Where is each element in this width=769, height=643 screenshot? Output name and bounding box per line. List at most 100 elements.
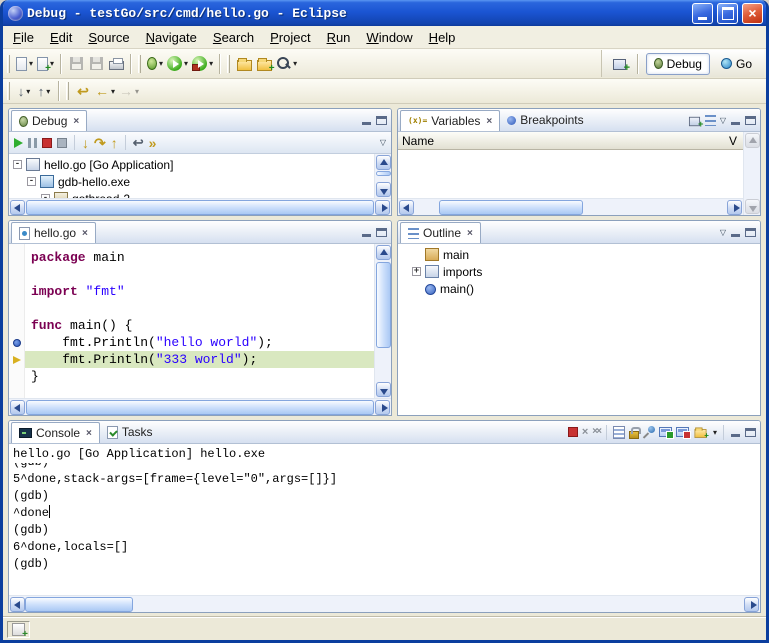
menu-item-source[interactable]: Source [80,27,137,48]
open-type-button[interactable] [254,52,274,76]
remove-all-terminated-button[interactable]: ×× [592,427,600,437]
view-menu-icon[interactable]: ▽ [380,138,386,147]
dropdown-icon[interactable]: ▾ [713,428,717,437]
dropdown-icon[interactable]: ▾ [29,59,33,68]
dropdown-icon[interactable]: ▾ [209,59,213,68]
minimize-view-button[interactable] [730,228,741,237]
variables-horizontal-scrollbar[interactable] [398,198,743,215]
terminate-process-button[interactable] [568,427,578,437]
maximize-window-button[interactable] [717,3,738,24]
menu-item-run[interactable]: Run [319,27,359,48]
breakpoint-icon[interactable] [13,339,21,347]
show-logical-structure-button[interactable] [689,116,700,125]
minimize-view-button[interactable] [361,116,372,125]
tree-expand-icon[interactable]: - [13,160,22,169]
layout-button[interactable] [705,115,716,126]
menu-item-window[interactable]: Window [358,27,420,48]
title-bar[interactable]: Debug - testGo/src/cmd/hello.go - Eclips… [3,0,766,26]
pin-console-button[interactable] [643,426,655,439]
tree-expand-icon[interactable]: - [41,194,50,198]
scroll-left-button[interactable] [10,200,25,215]
scroll-left-button[interactable] [399,200,414,215]
new-wizard-button[interactable]: ▾ [14,52,35,76]
tab-breakpoints[interactable]: Breakpoints [500,109,590,131]
code-line[interactable]: package main [31,249,374,266]
tab-outline[interactable]: Outline× [400,222,481,243]
close-tab-icon[interactable]: × [86,428,92,439]
scroll-right-button[interactable] [744,597,759,612]
scroll-left-button[interactable] [10,597,25,612]
outline-item[interactable]: main [412,246,760,263]
code-line[interactable]: } [31,368,374,385]
scroll-thumb[interactable] [376,171,391,176]
console-output[interactable]: (gdb)5^done,stack-args=[frame={level="0"… [9,463,760,595]
terminate-button[interactable] [42,138,52,148]
run-button[interactable]: ▾ [165,52,190,76]
debug-tree-item[interactable]: -gothread-2 [9,190,374,198]
scroll-down-button[interactable] [376,382,391,397]
disconnect-button[interactable] [57,138,67,148]
previous-annotation-button[interactable]: ↑▾ [34,79,54,103]
minimize-window-button[interactable] [692,3,713,24]
scroll-thumb[interactable] [26,200,374,215]
suspend-button[interactable] [28,138,37,148]
dropdown-icon[interactable]: ▾ [135,87,139,96]
tree-expand-icon[interactable]: + [412,267,421,276]
menu-item-help[interactable]: Help [421,27,464,48]
toolbar-grip[interactable] [7,82,10,100]
tab-console[interactable]: Console× [11,422,100,443]
search-button[interactable]: ▾ [274,52,299,76]
editor-vertical-scrollbar[interactable] [374,244,391,398]
print-button[interactable] [106,52,126,76]
close-tab-icon[interactable]: × [486,116,492,127]
close-tab-icon[interactable]: × [82,228,88,239]
code-line[interactable]: fmt.Println("hello world"); [31,334,374,351]
step-over-button[interactable]: ↷ [94,136,106,150]
scroll-down-button[interactable] [376,182,391,197]
tab-debug[interactable]: Debug× [11,110,87,131]
debug-horizontal-scrollbar[interactable] [9,198,391,215]
editor-marker-bar[interactable] [9,244,25,398]
show-console-on-error-button[interactable] [676,427,689,437]
code-line[interactable] [31,266,374,283]
scroll-thumb[interactable] [376,262,391,347]
scroll-right-button[interactable] [375,400,390,415]
clear-console-button[interactable] [613,426,625,439]
minimize-view-button[interactable] [730,428,741,437]
debug-button[interactable]: ▾ [145,52,165,76]
back-button[interactable]: ←▾ [93,79,117,103]
dropdown-icon[interactable]: ▾ [184,59,188,68]
last-edit-location-button[interactable]: ↩ [73,79,93,103]
scroll-right-button[interactable] [727,200,742,215]
debug-tree-item[interactable]: -hello.go [Go Application] [9,156,374,173]
variables-table-empty[interactable] [398,150,743,198]
minimize-view-button[interactable] [730,116,741,125]
dropdown-icon[interactable]: ▾ [293,59,297,68]
maximize-view-button[interactable] [745,116,756,125]
maximize-view-button[interactable] [376,116,387,125]
scroll-lock-button[interactable] [629,431,639,439]
toolbar-grip[interactable] [138,55,141,73]
scroll-up-button[interactable] [745,133,760,148]
dropdown-icon[interactable]: ▾ [111,87,115,96]
toolbar-grip[interactable] [7,55,10,73]
menu-item-edit[interactable]: Edit [42,27,80,48]
open-perspective-button[interactable] [610,52,630,76]
next-annotation-button[interactable]: ↓▾ [14,79,34,103]
editor-horizontal-scrollbar[interactable] [9,398,391,415]
scroll-thumb[interactable] [26,400,374,415]
new-task-icon[interactable] [12,623,25,636]
toolbar-grip[interactable] [227,55,230,73]
dropdown-icon[interactable]: ▾ [159,59,163,68]
console-horizontal-scrollbar[interactable] [9,595,760,612]
maximize-view-button[interactable] [745,428,756,437]
menu-item-file[interactable]: File [5,27,42,48]
perspective-debug-button[interactable]: Debug [646,53,710,75]
perspective-go-button[interactable]: Go [713,53,760,75]
scroll-down-button[interactable] [745,199,760,214]
step-into-button[interactable]: ↓ [82,136,89,150]
scroll-right-button[interactable] [375,200,390,215]
tab-tasks[interactable]: Tasks [100,421,160,443]
dropdown-icon[interactable]: ▾ [26,87,30,96]
minimize-view-button[interactable] [361,228,372,237]
